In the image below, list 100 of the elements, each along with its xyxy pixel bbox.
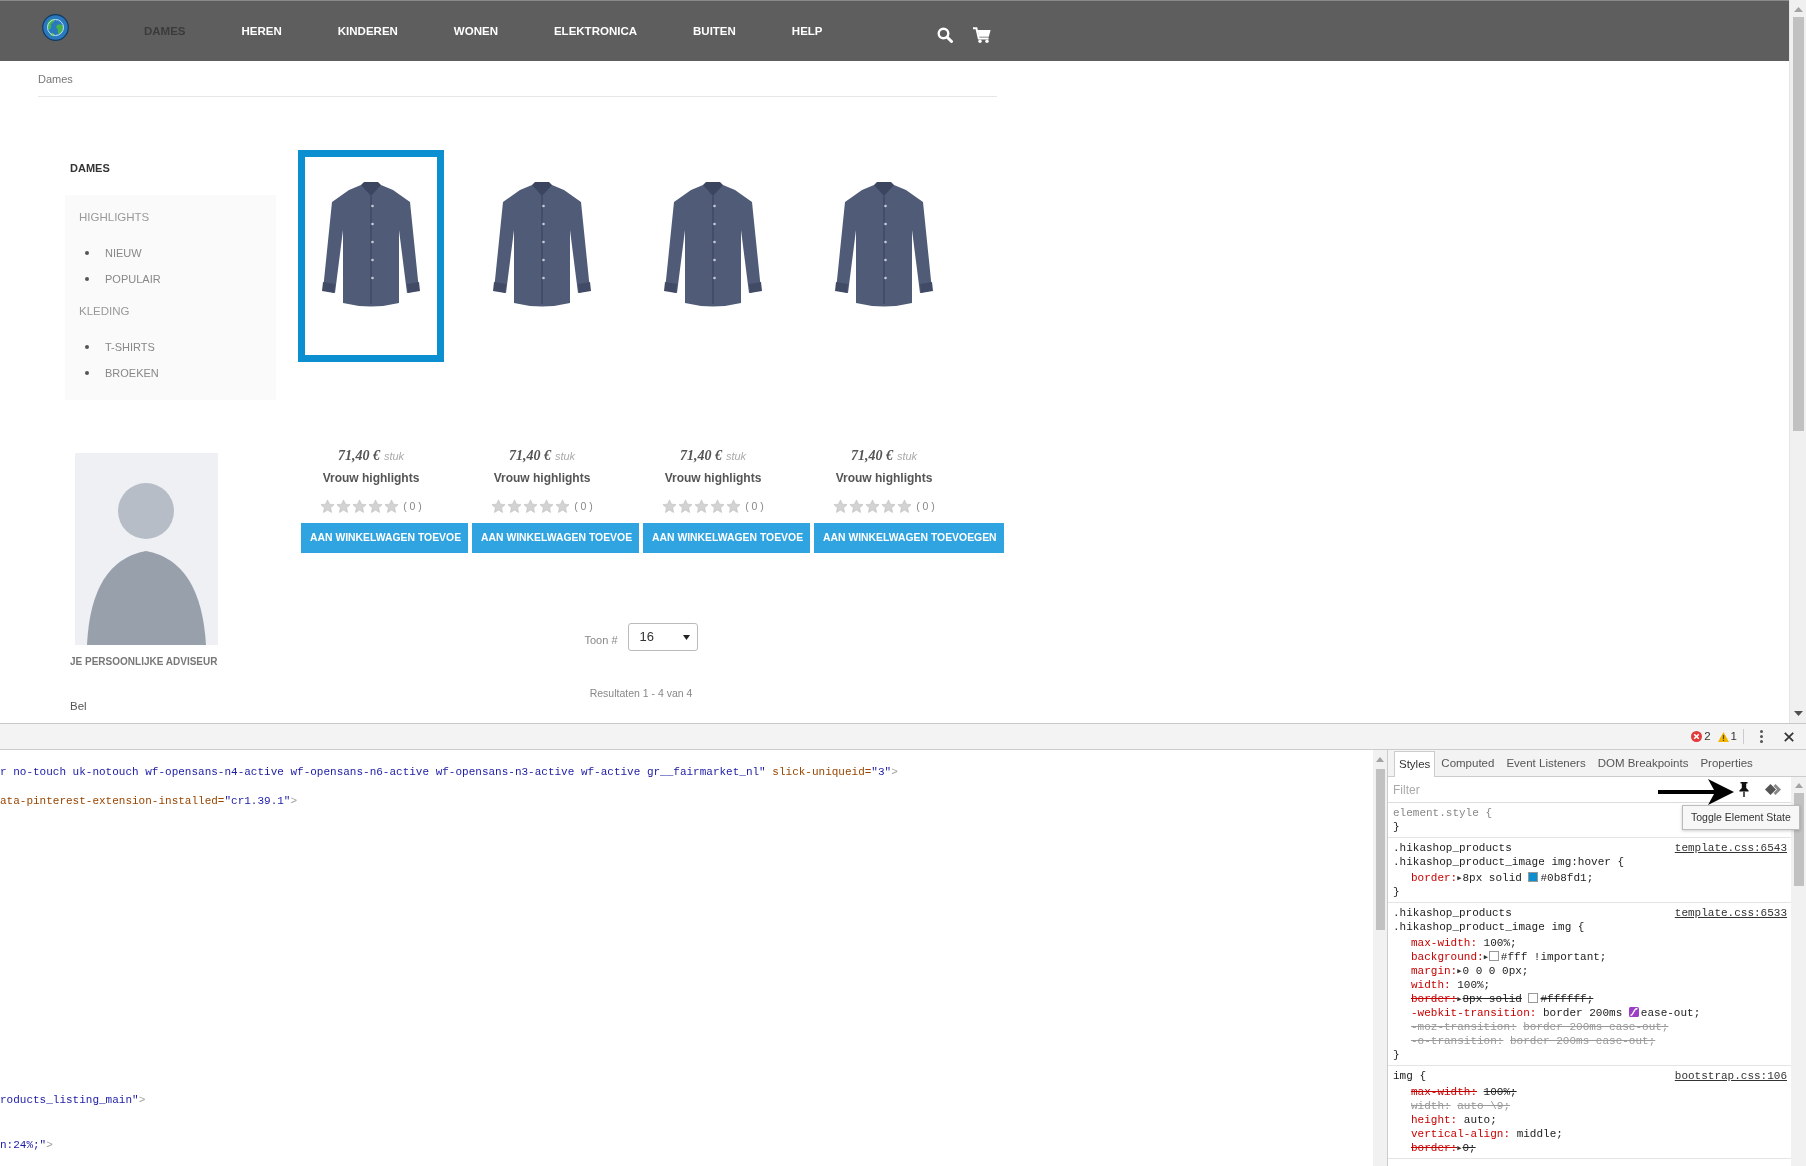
review-count: ( 0 ) <box>745 499 764 513</box>
panel-tab[interactable]: Computed <box>1435 751 1501 776</box>
css-property-value[interactable]: 0; <box>1462 1142 1476 1154</box>
cart-icon[interactable] <box>972 26 991 43</box>
search-icon[interactable] <box>936 26 953 43</box>
adviser-title: JE PERSOONLIJKE ADVISEUR <box>69 655 218 669</box>
error-icon[interactable] <box>1691 731 1703 742</box>
nav-link[interactable]: HEREN <box>241 24 282 38</box>
css-property-name[interactable]: border: <box>1411 872 1458 884</box>
star-icon <box>678 498 694 514</box>
css-property-name[interactable]: max-width: <box>1411 937 1477 949</box>
panel-tab[interactable]: DOM Breakpoints <box>1591 751 1695 776</box>
review-count: ( 0 ) <box>916 499 935 513</box>
bullet-icon <box>85 251 89 255</box>
star-icon <box>694 498 710 514</box>
panel-tab[interactable]: Properties <box>1694 751 1759 776</box>
scrollbar-thumb[interactable] <box>1375 769 1385 930</box>
star-icon <box>849 498 865 514</box>
panel-tab[interactable]: Styles <box>1394 751 1436 777</box>
star-icon <box>336 498 352 514</box>
scrollbar[interactable] <box>1789 0 1806 723</box>
star-icon <box>352 498 368 514</box>
close-icon[interactable] <box>1784 731 1794 742</box>
css-property-value[interactable]: 8px solid <box>1462 993 1522 1005</box>
css-property-value[interactable]: #0b8fd1; <box>1540 872 1594 884</box>
css-property-name[interactable]: vertical-align: <box>1411 1128 1511 1140</box>
error-count[interactable]: 2 <box>1704 729 1711 744</box>
star-icon <box>491 498 507 514</box>
css-property-value[interactable]: middle; <box>1516 1128 1563 1140</box>
warning-icon[interactable] <box>1717 731 1729 742</box>
tooltip: Toggle Element State <box>1682 805 1800 830</box>
bullet-icon <box>85 345 89 349</box>
breadcrumb-link[interactable]: Dames <box>38 73 73 85</box>
nav-link[interactable]: HELP <box>791 24 823 38</box>
easing-curve-icon[interactable] <box>1628 1007 1639 1017</box>
scrollbar[interactable] <box>1373 750 1387 1166</box>
results-count: Resultaten 1 - 4 van 4 <box>588 686 694 700</box>
color-swatch-icon[interactable] <box>1528 872 1539 882</box>
scroll-down-icon[interactable] <box>1793 711 1803 716</box>
filter-field[interactable]: Filter <box>1393 779 1593 800</box>
category-link[interactable]: BROEKEN <box>105 365 159 381</box>
css-property-name[interactable]: width: <box>1411 979 1451 991</box>
css-property-name[interactable]: margin: <box>1411 965 1458 977</box>
nav-link[interactable]: BUITEN <box>693 24 736 38</box>
css-property-name[interactable]: background: <box>1411 951 1484 963</box>
css-property-value[interactable]: #fff !important; <box>1500 951 1607 963</box>
product-name[interactable]: Vrouw highlights <box>811 470 957 486</box>
css-property-value[interactable]: #ffffff; <box>1540 993 1594 1005</box>
panel-tab[interactable]: Event Listeners <box>1500 751 1592 776</box>
css-property-value[interactable]: 8px solid <box>1462 872 1522 884</box>
page-size-select[interactable]: 16 <box>627 623 698 651</box>
nav-link[interactable]: KINDEREN <box>337 24 398 38</box>
warning-count[interactable]: 1 <box>1730 729 1737 744</box>
unit-label: stuk <box>725 449 747 464</box>
nav-link[interactable]: ELEKTRONICA <box>553 24 637 38</box>
product-name[interactable]: Vrouw highlights <box>298 470 444 486</box>
css-property-value[interactable]: 100%; <box>1457 979 1491 991</box>
diamond-icon[interactable] <box>1765 784 1781 795</box>
css-property-name[interactable]: max-width: <box>1411 1086 1477 1098</box>
call-label: Bel <box>69 699 87 714</box>
scrollbar-thumb[interactable] <box>1792 17 1804 431</box>
color-swatch-icon[interactable] <box>1528 993 1539 1003</box>
source-link[interactable]: bootstrap.css:106 <box>1674 1069 1787 1083</box>
css-property-value[interactable]: ease-out; <box>1640 1007 1701 1019</box>
category-link[interactable]: NIEUW <box>105 245 142 261</box>
category-link[interactable]: T-SHIRTS <box>105 339 155 355</box>
dom-code-line: ata-pinterest-extension-installed="cr1.39.1"> <box>0 794 299 809</box>
color-swatch-icon[interactable] <box>1488 951 1499 961</box>
globe-icon[interactable] <box>42 14 69 41</box>
scrollbar[interactable] <box>1791 777 1806 1166</box>
dom-code-line: n:24%;"> <box>0 1138 54 1153</box>
star-icon <box>662 498 678 514</box>
css-selector: .hikashop_product_image img { <box>1393 920 1585 934</box>
css-property-value[interactable]: 0 0 0 0px; <box>1462 965 1529 977</box>
source-link[interactable]: template.css:6543 <box>1674 841 1787 855</box>
pushpin-icon[interactable] <box>1739 782 1749 797</box>
menu-icon[interactable] <box>1760 730 1763 743</box>
star-icon <box>833 498 849 514</box>
product-name[interactable]: Vrouw highlights <box>469 470 615 486</box>
css-selector: .hikashop_products <box>1393 906 1513 920</box>
product-name[interactable]: Vrouw highlights <box>640 470 786 486</box>
nav-link[interactable]: WONEN <box>453 24 498 38</box>
category-link[interactable]: POPULAIR <box>105 271 161 287</box>
css-property-value[interactable]: 100%; <box>1483 1086 1517 1098</box>
css-property-name[interactable]: border: <box>1411 993 1458 1005</box>
css-selector: .hikashop_products <box>1393 841 1513 855</box>
css-property-name[interactable]: -webkit-transition: <box>1411 1007 1537 1019</box>
css-property-value[interactable]: border 200ms <box>1543 1007 1623 1019</box>
css-property-value[interactable]: auto; <box>1463 1114 1497 1126</box>
product-image[interactable] <box>298 150 444 362</box>
star-icon <box>539 498 555 514</box>
css-selector: element.style { <box>1393 806 1493 820</box>
price-text: 71,40 € <box>337 447 380 465</box>
css-property-name[interactable]: border: <box>1411 1142 1458 1154</box>
css-property-name[interactable]: height: <box>1411 1114 1458 1126</box>
dom-code-line: r no-touch uk-notouch wf-opensans-n4-active wf-opensans-n6-active wf-opensans-n3-active wf-active gr__fairmarket_nl" slick-uniqueid="3"> <box>0 765 899 780</box>
css-property-value[interactable]: 100%; <box>1483 937 1517 949</box>
css-brace: } <box>1393 820 1401 834</box>
unit-label: stuk <box>383 449 405 464</box>
source-link[interactable]: template.css:6533 <box>1674 906 1787 920</box>
